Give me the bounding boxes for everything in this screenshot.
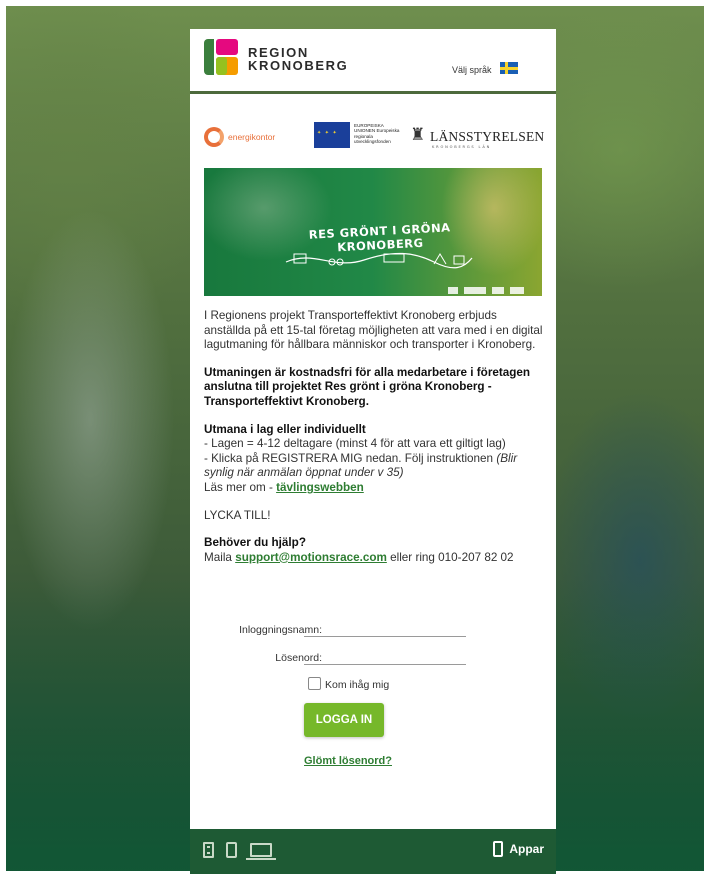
swedish-flag-icon[interactable] [500,62,518,74]
campaign-banner: RES GRÖNT I GRÖNA KRONOBERG [204,168,542,296]
username-input[interactable] [304,622,466,637]
login-panel: REGION KRONOBERG Välj språk energikontor… [190,29,556,874]
brand-line-2: KRONOBERG [248,58,349,73]
remember-me-checkbox[interactable] [308,677,321,690]
eu-flag-icon [314,122,350,148]
lansstyrelsen-sublabel: KRONOBERGS LÄN [432,145,492,149]
apps-label: Appar [509,842,544,856]
apps-link[interactable]: Appar [493,841,544,857]
smartphone-icon [493,841,504,857]
rules-line-1: - Lagen = 4-12 deltagare (minst 4 för at… [204,437,506,451]
panel-header: REGION KRONOBERG Välj språk [190,29,556,94]
login-button[interactable]: LOGGA IN [304,703,384,737]
intro-paragraph: I Regionens projekt Transporteffektivt K… [204,309,543,352]
sponsor-logos: energikontor EUROPEISKA UNIONEN Europeis… [204,121,544,157]
lansstyrelsen-logo: ♜ LÄNSSTYRELSEN KRONOBERGS LÄN [410,124,544,152]
support-email-link[interactable]: support@motionsrace.com [235,551,387,564]
transport-doodle-icon [285,252,473,269]
login-form: Inloggningsnamn: Lösenord: Kom ihåg mig … [190,619,556,779]
help-section: Behöver du hjälp? Maila support@motionsr… [204,536,544,565]
good-luck-text: LYCKA TILL! [204,508,271,522]
language-selector[interactable]: Välj språk [452,65,492,75]
brand-name: REGION KRONOBERG [248,46,348,72]
phone-icon[interactable] [226,842,237,858]
remember-me-label: Kom ihåg mig [325,679,390,691]
energikontor-ring-icon [204,127,224,147]
rules-heading: Utmana i lag eller individuellt [204,422,366,436]
laptop-icon[interactable] [246,843,276,860]
help-prefix: Maila [204,550,236,564]
eu-label: EUROPEISKA UNIONEN Europeiska regionala … [354,123,400,144]
forgot-password-link[interactable]: Glömt lösenord? [304,755,392,767]
intro-bold-paragraph: Utmaningen är kostnadsfri för alla medar… [204,365,531,408]
password-input[interactable] [304,650,466,665]
info-text: I Regionens projekt Transporteffektivt K… [204,309,544,578]
lansstyrelsen-label: LÄNSSTYRELSEN [430,129,545,144]
energikontor-label: energikontor [228,132,276,142]
read-more-text: Läs mer om - [204,480,277,494]
region-kronoberg-logo-icon [204,39,240,75]
help-suffix: eller ring 010-207 82 02 [386,550,514,564]
help-heading: Behöver du hjälp? [204,536,306,550]
competition-web-link[interactable]: tävlingswebben [276,481,364,494]
rules-section: Utmana i lag eller individuellt - Lagen … [204,423,544,496]
energikontor-logo: energikontor [204,125,296,153]
banner-partner-logos [442,280,534,294]
crest-icon: ♜ [410,125,426,145]
tablet-icon[interactable] [203,842,214,858]
footer-bar: Appar [190,829,556,874]
remember-me[interactable]: Kom ihåg mig [308,677,389,691]
rules-line-2: - Klicka på REGISTRERA MIG nedan. Följ i… [204,451,497,465]
